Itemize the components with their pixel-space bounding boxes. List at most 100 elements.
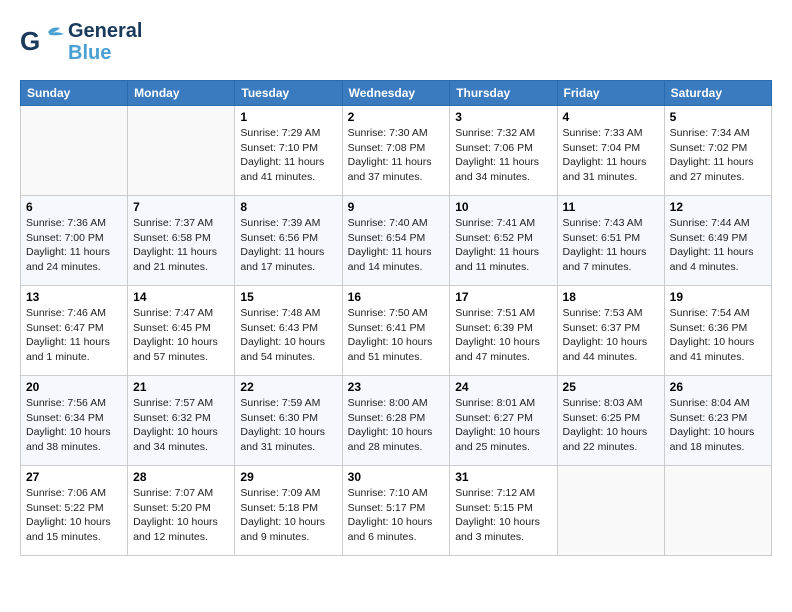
day-info: Sunrise: 7:32 AMSunset: 7:06 PMDaylight:…	[455, 127, 539, 183]
day-info: Sunrise: 7:36 AMSunset: 7:00 PMDaylight:…	[26, 217, 110, 273]
day-number: 25	[563, 380, 659, 394]
day-info: Sunrise: 7:34 AMSunset: 7:02 PMDaylight:…	[670, 127, 754, 183]
calendar-cell: 3 Sunrise: 7:32 AMSunset: 7:06 PMDayligh…	[450, 106, 557, 196]
calendar-cell	[557, 466, 664, 556]
calendar-cell	[128, 106, 235, 196]
calendar-cell: 1 Sunrise: 7:29 AMSunset: 7:10 PMDayligh…	[235, 106, 342, 196]
svg-text:G: G	[20, 26, 40, 56]
day-number: 9	[348, 200, 445, 214]
day-info: Sunrise: 7:47 AMSunset: 6:45 PMDaylight:…	[133, 307, 218, 363]
day-info: Sunrise: 7:06 AMSunset: 5:22 PMDaylight:…	[26, 487, 111, 543]
calendar-cell: 10 Sunrise: 7:41 AMSunset: 6:52 PMDaylig…	[450, 196, 557, 286]
calendar-cell: 2 Sunrise: 7:30 AMSunset: 7:08 PMDayligh…	[342, 106, 450, 196]
calendar-cell: 6 Sunrise: 7:36 AMSunset: 7:00 PMDayligh…	[21, 196, 128, 286]
logo-icon: G	[20, 24, 64, 60]
day-number: 15	[240, 290, 336, 304]
day-header-tuesday: Tuesday	[235, 81, 342, 106]
day-info: Sunrise: 7:43 AMSunset: 6:51 PMDaylight:…	[563, 217, 647, 273]
calendar-cell: 25 Sunrise: 8:03 AMSunset: 6:25 PMDaylig…	[557, 376, 664, 466]
day-info: Sunrise: 7:56 AMSunset: 6:34 PMDaylight:…	[26, 397, 111, 453]
day-info: Sunrise: 7:29 AMSunset: 7:10 PMDaylight:…	[240, 127, 324, 183]
day-info: Sunrise: 7:41 AMSunset: 6:52 PMDaylight:…	[455, 217, 539, 273]
day-number: 28	[133, 470, 229, 484]
logo: G General Blue	[20, 20, 142, 64]
calendar-cell: 13 Sunrise: 7:46 AMSunset: 6:47 PMDaylig…	[21, 286, 128, 376]
calendar-cell: 31 Sunrise: 7:12 AMSunset: 5:15 PMDaylig…	[450, 466, 557, 556]
day-info: Sunrise: 7:39 AMSunset: 6:56 PMDaylight:…	[240, 217, 324, 273]
day-info: Sunrise: 8:03 AMSunset: 6:25 PMDaylight:…	[563, 397, 648, 453]
day-info: Sunrise: 7:57 AMSunset: 6:32 PMDaylight:…	[133, 397, 218, 453]
day-info: Sunrise: 7:33 AMSunset: 7:04 PMDaylight:…	[563, 127, 647, 183]
calendar-cell	[664, 466, 771, 556]
day-number: 31	[455, 470, 551, 484]
calendar-cell: 15 Sunrise: 7:48 AMSunset: 6:43 PMDaylig…	[235, 286, 342, 376]
calendar-cell: 14 Sunrise: 7:47 AMSunset: 6:45 PMDaylig…	[128, 286, 235, 376]
day-info: Sunrise: 7:44 AMSunset: 6:49 PMDaylight:…	[670, 217, 754, 273]
calendar-cell: 28 Sunrise: 7:07 AMSunset: 5:20 PMDaylig…	[128, 466, 235, 556]
calendar-cell: 9 Sunrise: 7:40 AMSunset: 6:54 PMDayligh…	[342, 196, 450, 286]
day-number: 23	[348, 380, 445, 394]
day-number: 18	[563, 290, 659, 304]
calendar-cell: 21 Sunrise: 7:57 AMSunset: 6:32 PMDaylig…	[128, 376, 235, 466]
calendar-cell: 22 Sunrise: 7:59 AMSunset: 6:30 PMDaylig…	[235, 376, 342, 466]
day-number: 29	[240, 470, 336, 484]
calendar-cell: 30 Sunrise: 7:10 AMSunset: 5:17 PMDaylig…	[342, 466, 450, 556]
day-number: 7	[133, 200, 229, 214]
calendar-cell: 29 Sunrise: 7:09 AMSunset: 5:18 PMDaylig…	[235, 466, 342, 556]
page-header: G General Blue	[20, 20, 772, 64]
day-number: 16	[348, 290, 445, 304]
calendar-cell: 20 Sunrise: 7:56 AMSunset: 6:34 PMDaylig…	[21, 376, 128, 466]
calendar-cell	[21, 106, 128, 196]
day-number: 6	[26, 200, 122, 214]
day-info: Sunrise: 7:53 AMSunset: 6:37 PMDaylight:…	[563, 307, 648, 363]
day-number: 13	[26, 290, 122, 304]
calendar-cell: 12 Sunrise: 7:44 AMSunset: 6:49 PMDaylig…	[664, 196, 771, 286]
day-number: 24	[455, 380, 551, 394]
day-number: 1	[240, 110, 336, 124]
day-info: Sunrise: 7:46 AMSunset: 6:47 PMDaylight:…	[26, 307, 110, 363]
day-number: 3	[455, 110, 551, 124]
day-info: Sunrise: 7:12 AMSunset: 5:15 PMDaylight:…	[455, 487, 540, 543]
day-info: Sunrise: 7:48 AMSunset: 6:43 PMDaylight:…	[240, 307, 325, 363]
day-number: 10	[455, 200, 551, 214]
calendar-cell: 16 Sunrise: 7:50 AMSunset: 6:41 PMDaylig…	[342, 286, 450, 376]
calendar-cell: 7 Sunrise: 7:37 AMSunset: 6:58 PMDayligh…	[128, 196, 235, 286]
day-header-monday: Monday	[128, 81, 235, 106]
day-header-wednesday: Wednesday	[342, 81, 450, 106]
day-number: 27	[26, 470, 122, 484]
day-number: 11	[563, 200, 659, 214]
calendar-cell: 23 Sunrise: 8:00 AMSunset: 6:28 PMDaylig…	[342, 376, 450, 466]
day-number: 14	[133, 290, 229, 304]
day-info: Sunrise: 7:51 AMSunset: 6:39 PMDaylight:…	[455, 307, 540, 363]
day-number: 4	[563, 110, 659, 124]
day-info: Sunrise: 7:50 AMSunset: 6:41 PMDaylight:…	[348, 307, 433, 363]
calendar-table: SundayMondayTuesdayWednesdayThursdayFrid…	[20, 80, 772, 556]
day-header-sunday: Sunday	[21, 81, 128, 106]
day-info: Sunrise: 7:10 AMSunset: 5:17 PMDaylight:…	[348, 487, 433, 543]
day-info: Sunrise: 7:37 AMSunset: 6:58 PMDaylight:…	[133, 217, 217, 273]
day-info: Sunrise: 7:54 AMSunset: 6:36 PMDaylight:…	[670, 307, 755, 363]
day-info: Sunrise: 7:59 AMSunset: 6:30 PMDaylight:…	[240, 397, 325, 453]
calendar-cell: 17 Sunrise: 7:51 AMSunset: 6:39 PMDaylig…	[450, 286, 557, 376]
calendar-cell: 27 Sunrise: 7:06 AMSunset: 5:22 PMDaylig…	[21, 466, 128, 556]
day-info: Sunrise: 8:01 AMSunset: 6:27 PMDaylight:…	[455, 397, 540, 453]
day-info: Sunrise: 8:04 AMSunset: 6:23 PMDaylight:…	[670, 397, 755, 453]
day-header-saturday: Saturday	[664, 81, 771, 106]
day-number: 17	[455, 290, 551, 304]
calendar-cell: 18 Sunrise: 7:53 AMSunset: 6:37 PMDaylig…	[557, 286, 664, 376]
day-number: 20	[26, 380, 122, 394]
calendar-cell: 5 Sunrise: 7:34 AMSunset: 7:02 PMDayligh…	[664, 106, 771, 196]
day-number: 26	[670, 380, 766, 394]
day-number: 21	[133, 380, 229, 394]
day-info: Sunrise: 8:00 AMSunset: 6:28 PMDaylight:…	[348, 397, 433, 453]
calendar-cell: 8 Sunrise: 7:39 AMSunset: 6:56 PMDayligh…	[235, 196, 342, 286]
calendar-cell: 26 Sunrise: 8:04 AMSunset: 6:23 PMDaylig…	[664, 376, 771, 466]
calendar-cell: 11 Sunrise: 7:43 AMSunset: 6:51 PMDaylig…	[557, 196, 664, 286]
day-number: 5	[670, 110, 766, 124]
day-number: 19	[670, 290, 766, 304]
logo-text-line2: Blue	[68, 42, 142, 64]
day-info: Sunrise: 7:30 AMSunset: 7:08 PMDaylight:…	[348, 127, 432, 183]
day-number: 2	[348, 110, 445, 124]
day-number: 8	[240, 200, 336, 214]
day-header-thursday: Thursday	[450, 81, 557, 106]
